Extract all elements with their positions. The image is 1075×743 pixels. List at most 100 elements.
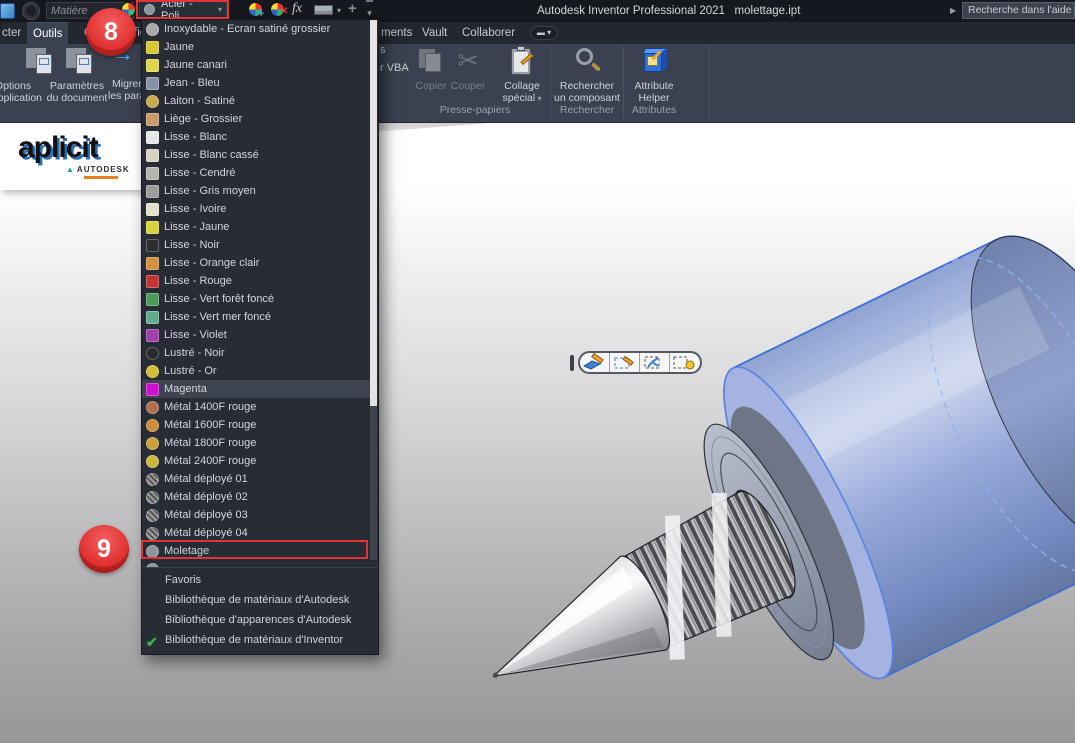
material-item[interactable]: Métal 1400F rouge — [142, 398, 371, 416]
material-item[interactable]: Lisse - Violet — [142, 326, 371, 344]
scissors-icon: ✂ — [451, 46, 485, 78]
material-item-label: Lisse - Violet — [164, 329, 227, 341]
material-item[interactable]: Lisse - Blanc — [142, 128, 371, 146]
material-item[interactable]: Lisse - Vert mer foncé — [142, 308, 371, 326]
measure-dropdown-chevron[interactable]: ▾ — [337, 6, 341, 15]
material-item[interactable]: Jaune canari — [142, 56, 371, 74]
material-item[interactable]: Lisse - Cendré — [142, 164, 371, 182]
material-item-label: Métal déployé 02 — [164, 491, 248, 503]
material-swatch-icon — [146, 113, 159, 126]
cut-button[interactable]: ✂ Couper — [448, 46, 488, 92]
material-item[interactable]: Lisse - Blanc cassé — [142, 146, 371, 164]
material-swatch-icon — [146, 239, 159, 252]
material-item[interactable]: Inoxydable - Ecran satiné grossier — [142, 20, 371, 38]
edit-feature-icon[interactable] — [640, 353, 670, 372]
plus-icon[interactable]: + — [348, 0, 357, 17]
library-item-label: Bibliothèque d'apparences d'Autodesk — [165, 614, 351, 626]
material-item-label: Métal déployé 03 — [164, 509, 248, 521]
mini-toolbar — [570, 351, 702, 374]
material-item[interactable]: Métal 2400F rouge — [142, 452, 371, 470]
material-item[interactable]: Magenta — [142, 380, 371, 398]
qat-customize-icon[interactable]: ▔▾ — [366, 3, 373, 17]
measure-icon[interactable] — [314, 5, 333, 15]
material-item-label: Jaune — [164, 41, 194, 53]
material-item[interactable]: Lisse - Orange clair — [142, 254, 371, 272]
material-swatch-icon — [146, 383, 159, 396]
appearance-dropdown-panel: Inoxydable - Ecran satiné grossier Jaune J… — [141, 19, 379, 655]
mini-toolbar-grip[interactable] — [570, 355, 574, 371]
material-item[interactable]: Lisse - Ivoire — [142, 200, 371, 218]
library-item[interactable]: Favoris — [142, 570, 378, 590]
appearance-add-icon[interactable]: + — [248, 2, 263, 17]
material-item[interactable]: Lisse - Vert forêt foncé — [142, 290, 371, 308]
tab-environnements-fragment[interactable]: ments — [375, 22, 418, 44]
step-badge-9: 9 — [79, 525, 129, 573]
material-item-label: Métal 2400F rouge — [164, 455, 256, 467]
material-swatch-icon — [146, 257, 159, 270]
group-separator — [623, 46, 624, 119]
material-item[interactable]: Lisse - Rouge — [142, 272, 371, 290]
material-item[interactable]: Métal 1600F rouge — [142, 416, 371, 434]
material-item-label: Lisse - Gris moyen — [164, 185, 256, 197]
search-collapse-arrow-icon[interactable]: ▶ — [950, 6, 956, 15]
material-item-label: Lisse - Cendré — [164, 167, 236, 179]
logo-card: aplicit ▲AUTODESK — [0, 123, 157, 190]
ribbon-display-options-icon[interactable]: ▬ ▾ — [530, 26, 558, 40]
help-search-input[interactable]: Recherche dans l'aide e — [962, 2, 1075, 19]
dropdown-scrollbar[interactable] — [370, 20, 377, 560]
material-swatch-icon — [146, 293, 159, 306]
material-swatch-icon — [146, 491, 159, 504]
attribute-helper-icon — [637, 46, 671, 78]
library-item[interactable]: Bibliothèque de matériaux d'Autodesk — [142, 590, 378, 610]
material-item[interactable]: Lustré - Or — [142, 362, 371, 380]
library-item-label: Bibliothèque de matériaux d'Autodesk — [165, 594, 349, 606]
material-swatch-icon — [146, 401, 159, 414]
material-item[interactable]: Métal déployé 04 — [142, 524, 371, 542]
paste-special-button[interactable]: Collagespécial ▾ — [494, 46, 550, 105]
attribute-helper-button[interactable]: AttributeHelper — [626, 46, 682, 104]
tab-vault[interactable]: Vault — [416, 22, 453, 44]
material-swatch-icon — [146, 473, 159, 486]
material-item[interactable]: Métal déployé 02 — [142, 488, 371, 506]
library-item[interactable]: Bibliothèque d'apparences d'Autodesk — [142, 610, 378, 630]
appearance-swatch-icon — [144, 4, 155, 15]
tab-outils[interactable]: Outils — [27, 22, 68, 44]
material-item-label: Métal 1400F rouge — [164, 401, 256, 413]
autodesk-triangle-icon: ▲ — [66, 165, 75, 174]
material-item[interactable]: Lisse - Noir — [142, 236, 371, 254]
library-item[interactable]: ✔Bibliothèque de matériaux d'Inventor — [142, 630, 378, 650]
material-item[interactable]: Jean - Bleu — [142, 74, 371, 92]
material-item[interactable]: Métal 1800F rouge — [142, 434, 371, 452]
material-item[interactable]: Laiton - Satiné — [142, 92, 371, 110]
material-item[interactable]: Lustré - Noir — [142, 344, 371, 362]
document-name: molettage.ipt — [735, 5, 801, 17]
material-item[interactable]: Liège - Grossier — [142, 110, 371, 128]
material-item-label: Lisse - Blanc — [164, 131, 227, 143]
material-item-moletage[interactable]: Moletage — [142, 542, 371, 560]
create-feature-icon[interactable] — [670, 353, 700, 372]
scrollbar-thumb[interactable] — [370, 20, 377, 406]
paste-dropdown-chevron[interactable]: ▾ — [535, 94, 541, 103]
search-component-button[interactable]: Rechercherun composant — [553, 46, 621, 104]
material-item[interactable]: Métal déployé 01 — [142, 470, 371, 488]
tab-collaborer[interactable]: Collaborer — [456, 22, 521, 44]
cube-icon[interactable] — [0, 3, 15, 19]
fx-icon[interactable]: fx — [292, 1, 302, 17]
material-item-label: Magenta — [164, 383, 207, 395]
material-item[interactable]: Lisse - Gris moyen — [142, 182, 371, 200]
tab-inspecter-fragment[interactable]: cter — [0, 22, 27, 44]
appearance-clear-icon[interactable]: ✕ — [270, 2, 285, 17]
material-item-label: Lisse - Vert mer foncé — [164, 311, 271, 323]
copy-button[interactable]: Copier — [412, 46, 450, 92]
edit-sketch-icon[interactable] — [580, 353, 610, 372]
material-swatch-icon — [146, 185, 159, 198]
sphere-icon[interactable] — [22, 2, 40, 20]
material-item[interactable]: Jaune — [142, 38, 371, 56]
material-item[interactable]: Métal déployé 03 — [142, 506, 371, 524]
material-item-label: Laiton - Satiné — [164, 95, 235, 107]
material-item[interactable]: Lisse - Jaune — [142, 218, 371, 236]
window-title: Autodesk Inventor Professional 2021 mole… — [537, 5, 800, 17]
appearance-combobox[interactable]: Acier - Poli ▾ — [139, 1, 227, 18]
search-component-icon — [570, 46, 604, 78]
create-sketch-icon[interactable] — [610, 353, 640, 372]
